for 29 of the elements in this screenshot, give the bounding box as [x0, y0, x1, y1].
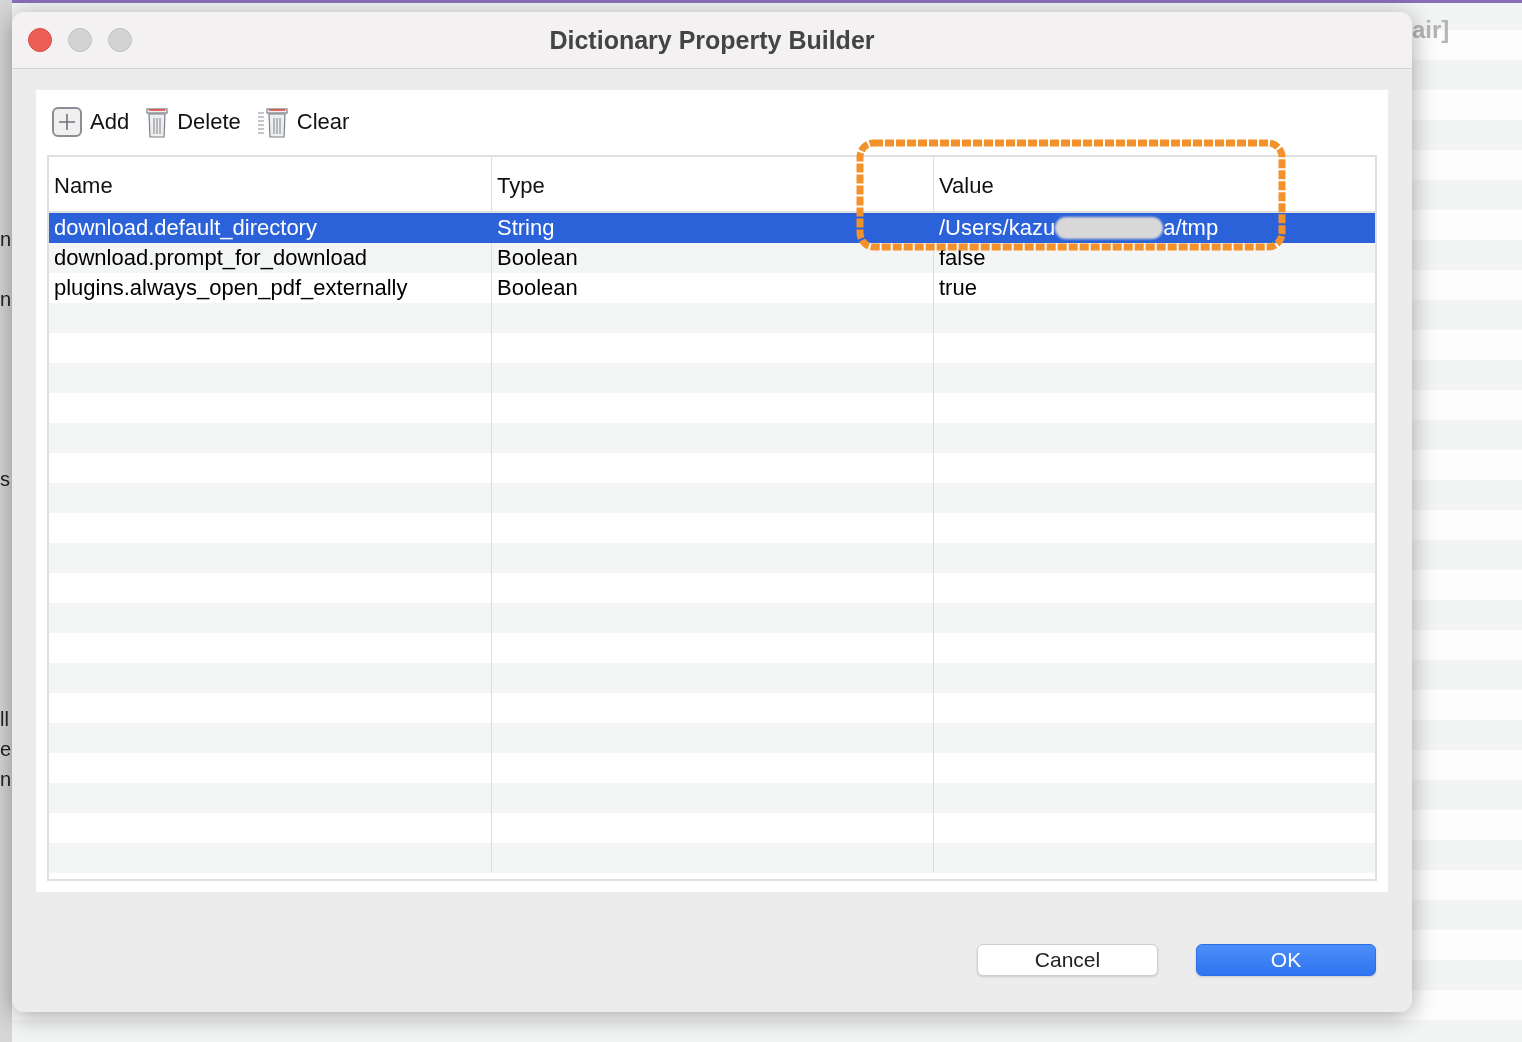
column-header[interactable]: Type — [491, 157, 933, 211]
table-cell-text: a/tmp — [1163, 214, 1219, 242]
zoom-button[interactable] — [108, 28, 132, 52]
delete-button[interactable]: Delete — [145, 106, 241, 138]
window-title: Dictionary Property Builder — [549, 25, 875, 55]
ok-button[interactable]: OK — [1196, 944, 1376, 976]
add-button[interactable]: Add — [52, 107, 130, 137]
column-header[interactable]: Name — [49, 157, 491, 211]
close-button[interactable] — [28, 28, 52, 52]
background-text: ll — [0, 708, 9, 731]
minimize-button[interactable] — [68, 28, 92, 52]
table-cell-text: plugins.always_open_pdf_externally — [53, 274, 409, 302]
background-text: n — [0, 288, 12, 311]
background-title: air] — [1412, 16, 1450, 44]
clear-trash-icon — [256, 106, 289, 138]
background-text: s — [0, 468, 10, 491]
background-text: e — [0, 738, 12, 761]
table-cell-text: /Users/kazu — [939, 214, 1056, 242]
clear-button[interactable]: Clear — [256, 106, 350, 138]
table-row[interactable]: download.default_directory String /Users/kazu a/tmp — [49, 213, 1375, 243]
table-row[interactable]: download.prompt_for_download Boolean false — [49, 243, 1375, 273]
add-icon — [52, 107, 82, 137]
table-cell-text: download.prompt_for_download — [53, 244, 369, 272]
cancel-button[interactable]: Cancel — [977, 944, 1158, 976]
column-header[interactable]: Value — [933, 157, 1375, 211]
background-text: n — [0, 768, 12, 791]
trash-icon — [145, 106, 170, 138]
background-text: n — [0, 228, 12, 251]
table-cell-text: download.default_directory — [53, 214, 318, 242]
